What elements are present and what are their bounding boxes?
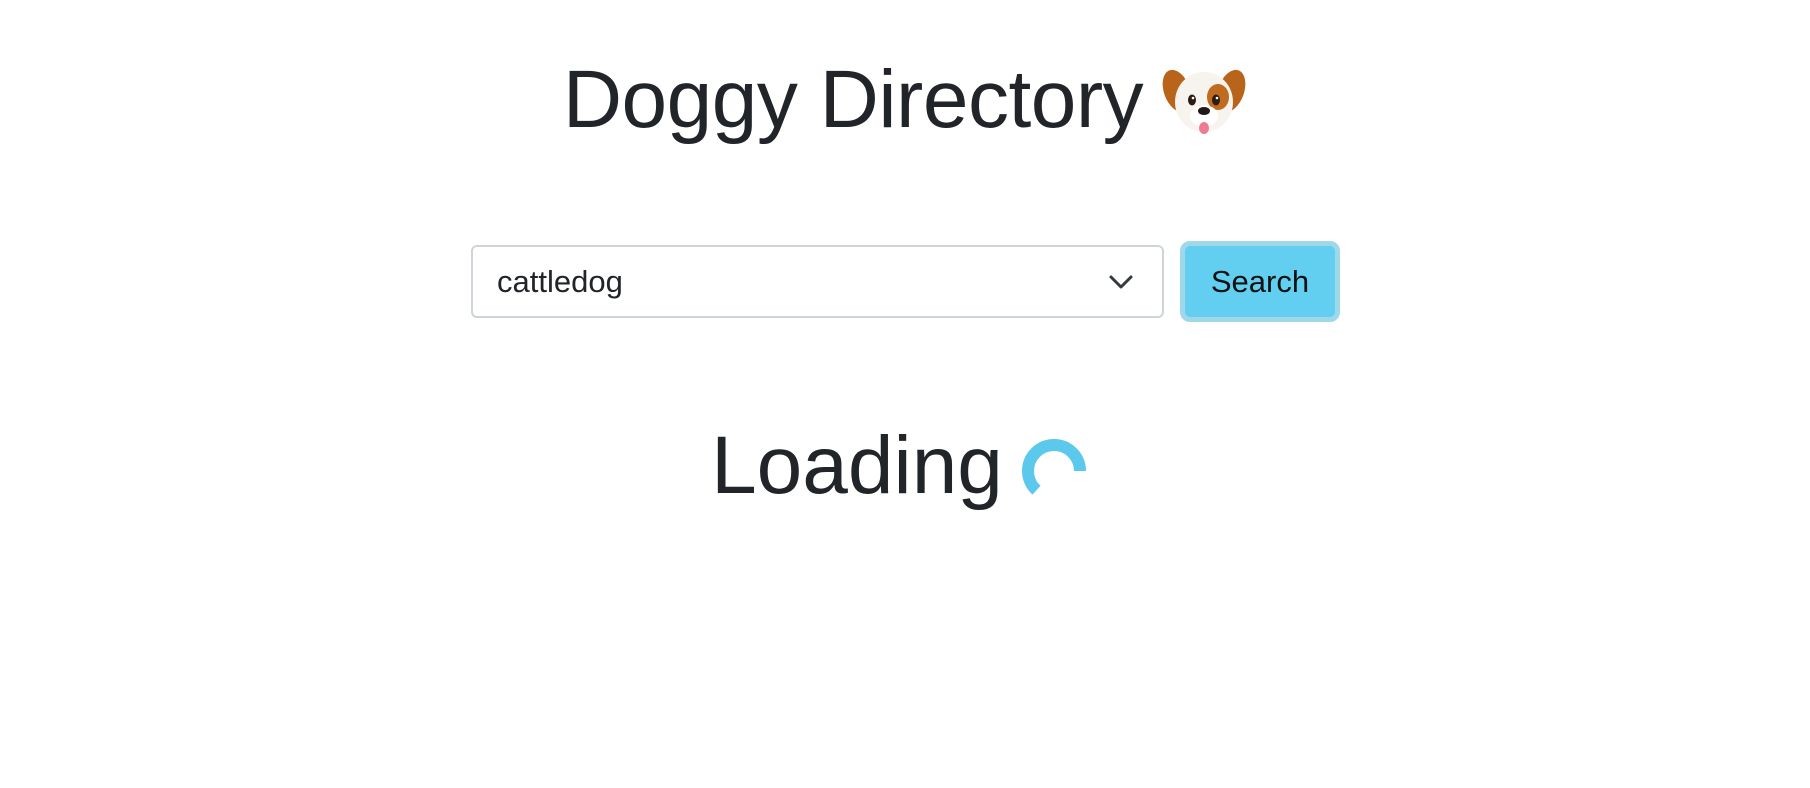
header: Doggy Directory: [0, 52, 1810, 148]
page: Doggy Directory cattledog Search Loading: [0, 0, 1810, 788]
chevron-down-icon: [1108, 271, 1134, 293]
dog-face-icon: [1161, 57, 1247, 143]
breed-select[interactable]: cattledog: [471, 245, 1164, 318]
breed-select-value: cattledog: [497, 263, 623, 299]
search-button-label: Search: [1210, 263, 1310, 299]
loading-text: Loading: [711, 420, 1003, 511]
search-form: cattledog Search: [471, 241, 1340, 322]
page-title: Doggy Directory: [562, 54, 1144, 145]
search-button[interactable]: Search: [1180, 241, 1340, 322]
loading-status: Loading: [0, 418, 1810, 514]
spinner-icon: [1021, 438, 1087, 504]
